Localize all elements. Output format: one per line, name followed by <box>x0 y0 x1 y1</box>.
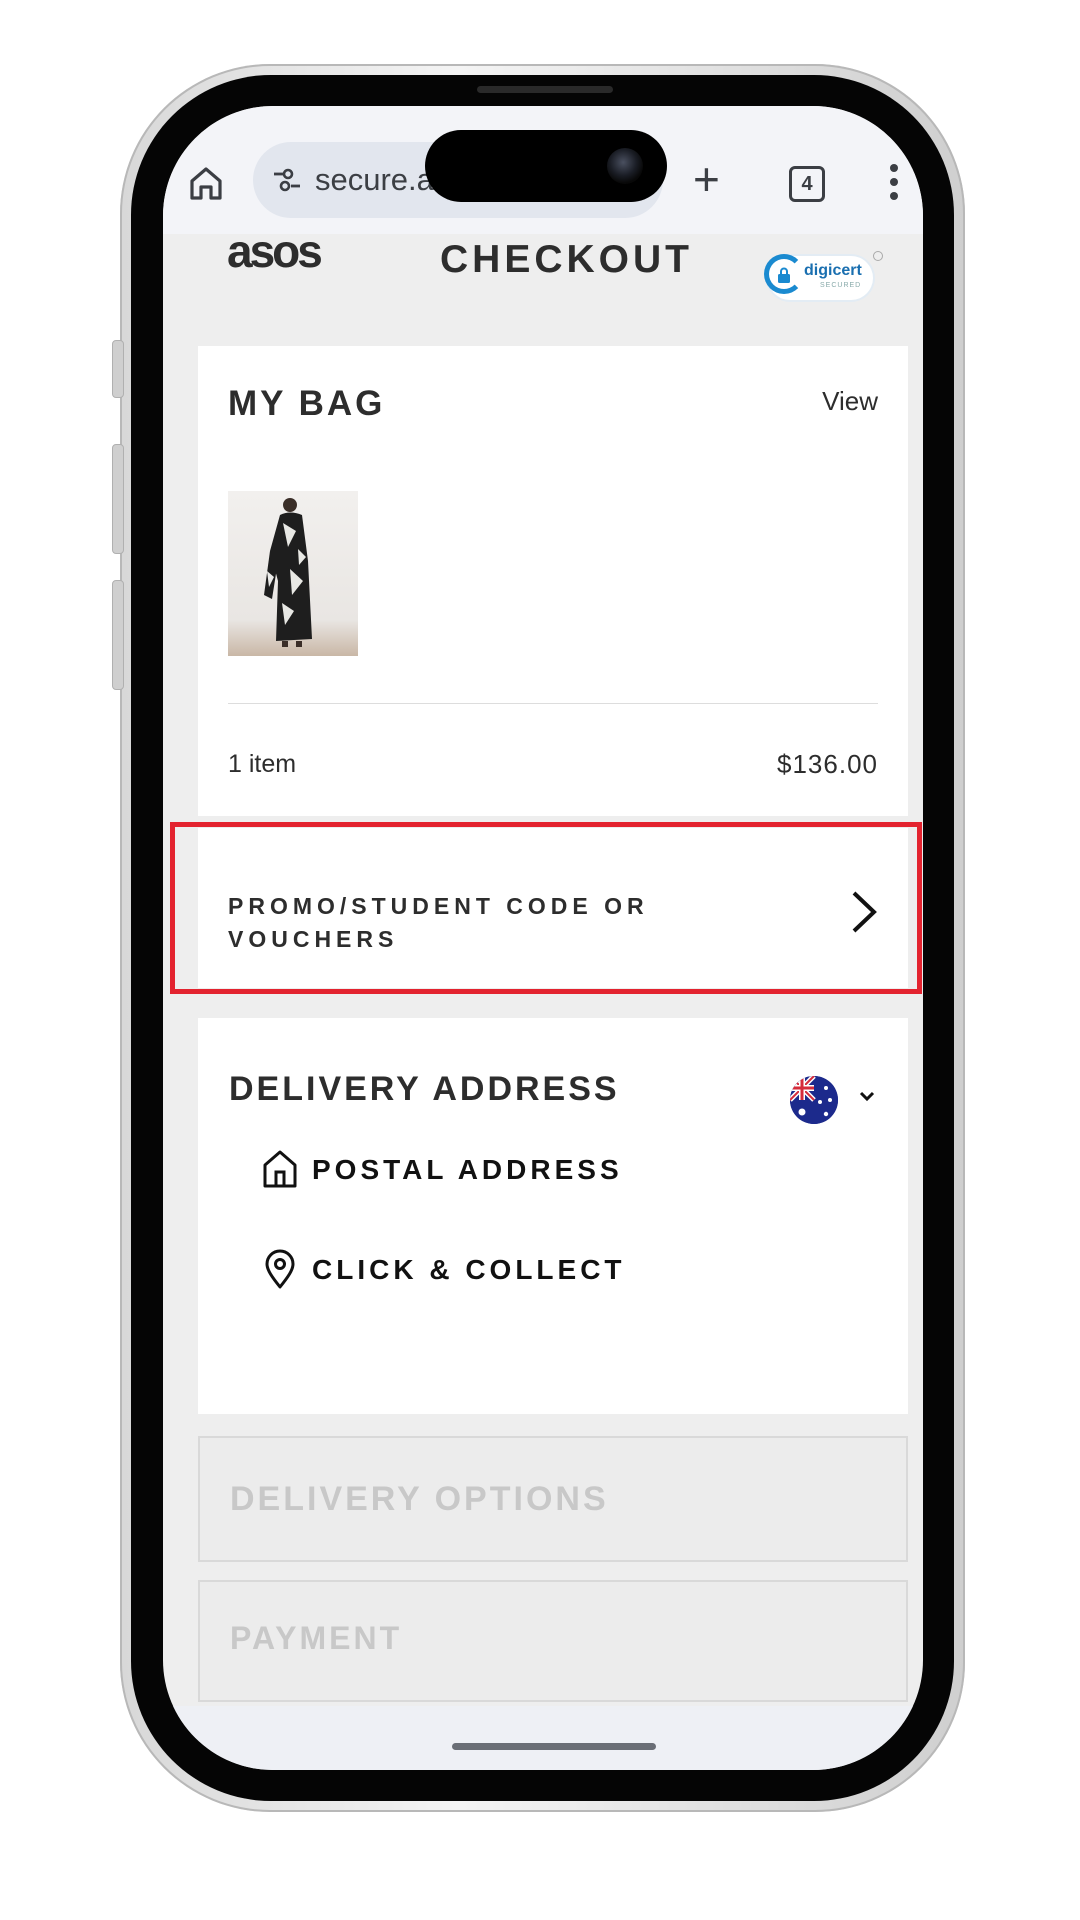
camera-icon <box>607 148 643 184</box>
product-thumbnail[interactable] <box>228 491 358 656</box>
delivery-options-section: DELIVERY OPTIONS <box>198 1436 908 1562</box>
payment-section: PAYMENT <box>198 1580 908 1702</box>
bottom-safe-area <box>163 1706 923 1770</box>
more-menu-icon[interactable] <box>889 164 899 200</box>
url-text[interactable]: secure.a <box>315 162 434 198</box>
product-model-image <box>264 498 312 647</box>
delivery-options-heading: DELIVERY OPTIONS <box>230 1480 609 1518</box>
promo-highlight-outline <box>170 822 922 994</box>
digicert-brand: digicert <box>804 262 862 279</box>
registered-mark-icon <box>873 251 883 261</box>
payment-heading: PAYMENT <box>230 1620 403 1656</box>
dynamic-island <box>425 130 667 202</box>
australia-flag[interactable] <box>790 1076 838 1124</box>
tab-count: 4 <box>801 173 813 195</box>
my-bag-card: MY BAG View 1 item $136.00 <box>198 346 908 816</box>
digicert-secured-badge: digicert SECURED <box>764 254 873 300</box>
new-tab-plus-icon[interactable]: + <box>693 156 720 202</box>
home-indicator[interactable] <box>452 1743 656 1750</box>
phone-screen: secure.a + 4 asos CHECKOUT digicert SECU… <box>163 106 923 1770</box>
house-icon <box>263 1150 297 1188</box>
delivery-address-heading: DELIVERY ADDRESS <box>229 1070 620 1108</box>
australia-flag-icon <box>790 1076 838 1124</box>
mute-switch <box>112 340 124 398</box>
tab-switcher-icon[interactable]: 4 <box>789 166 825 202</box>
postal-address-label: POSTAL ADDRESS <box>312 1154 623 1185</box>
asos-logo[interactable]: asos <box>227 228 323 274</box>
bag-divider <box>228 703 878 704</box>
location-pin-icon <box>265 1249 295 1289</box>
click-collect-label: CLICK & COLLECT <box>312 1254 626 1285</box>
site-settings-icon[interactable] <box>271 164 303 196</box>
lock-icon <box>778 267 790 283</box>
postal-address-option[interactable]: POSTAL ADDRESS <box>262 1148 662 1192</box>
click-collect-option[interactable]: CLICK & COLLECT <box>262 1248 662 1292</box>
bag-item-count: 1 item <box>228 750 297 778</box>
chevron-down-icon[interactable] <box>858 1090 876 1102</box>
volume-up-button <box>112 444 124 554</box>
page-title: CHECKOUT <box>440 238 693 281</box>
home-icon[interactable] <box>187 164 225 202</box>
my-bag-heading: MY BAG <box>228 384 386 423</box>
volume-down-button <box>112 580 124 690</box>
earpiece-speaker <box>477 86 613 93</box>
digicert-secured-label: SECURED <box>820 282 862 289</box>
delivery-address-card: DELIVERY ADDRESS POSTAL ADDRESS CLICK & … <box>198 1018 908 1414</box>
bag-total-price: $136.00 <box>777 749 878 779</box>
view-bag-link[interactable]: View <box>822 386 878 417</box>
